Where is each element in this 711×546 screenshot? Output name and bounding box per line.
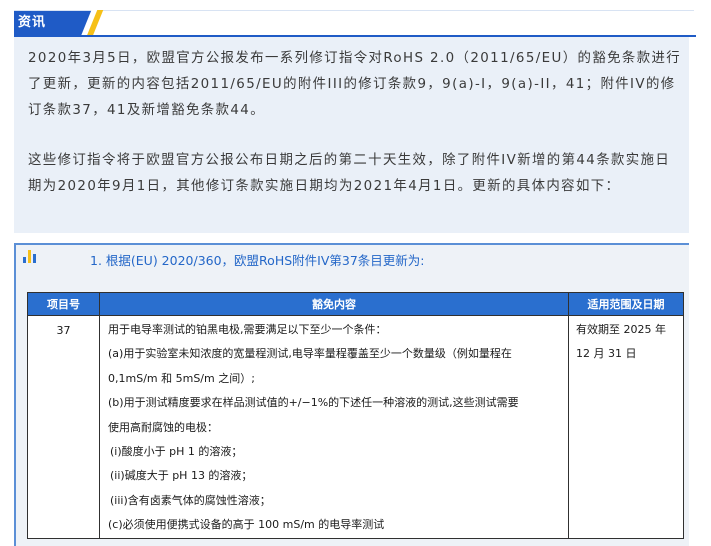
header-scope-date: 适用范围及日期 (568, 292, 684, 316)
exemption-line: (a)用于实验室未知浓度的宽量程测试,电导率量程覆盖至少一个数量级（例如量程在 (108, 347, 512, 361)
date-line: 12 月 31 日 (576, 347, 637, 361)
exemption-table: 项目号 豁免内容 适用范围及日期 37 用于电导率测试的铂黑电极,需要满足以下至… (27, 292, 684, 539)
exemption-line: (i)酸度小于 pH 1 的溶液； (110, 445, 243, 459)
exemption-line: 用于电导率测试的铂黑电极,需要满足以下至少一个条件： (108, 323, 387, 336)
info-panel: 2020年3月5日，欧盟官方公报发布一系列修订指令对RoHS 2.0（2011/… (14, 37, 689, 233)
info-paragraph-2: 这些修订指令将于欧盟官方公报公布日期之后的第二十天生效，除了附件IV新增的第44… (28, 153, 671, 194)
exemption-line: (c)必须使用便携式设备的高于 100 mS/m 的电导率测试 (108, 518, 385, 532)
header-exemption: 豁免内容 (99, 292, 569, 316)
date-line: 有效期至 2025 年 (576, 323, 666, 336)
exemption-line: (iii)含有卤素气体的腐蚀性溶液； (110, 493, 271, 507)
table-row: 37 用于电导率测试的铂黑电极,需要满足以下至少一个条件： (a)用于实验室未知… (27, 315, 684, 539)
exemption-line: 0,1mS/m 和 5mS/m 之间）; (108, 371, 255, 385)
exemption-line: (ii)碱度大于 pH 13 的溶液； (110, 469, 253, 483)
cell-item-no: 37 (27, 315, 100, 539)
exemption-line: 使用高耐腐蚀的电极： (108, 420, 218, 434)
law-title: 1. 根据(EU) 2020/360，欧盟RoHS附件IV第37条目更新为: (90, 253, 425, 268)
bar-chart-icon (23, 250, 36, 263)
top-divider (14, 10, 694, 11)
table-header-row: 项目号 豁免内容 适用范围及日期 (27, 292, 684, 316)
section-tag-label: 资讯 (18, 15, 47, 30)
header-item-no: 项目号 (27, 292, 100, 316)
info-paragraph-1: 2020年3月5日，欧盟官方公报发布一系列修订指令对RoHS 2.0（2011/… (28, 51, 682, 118)
cell-exemption: 用于电导率测试的铂黑电极,需要满足以下至少一个条件： (a)用于实验室未知浓度的… (99, 315, 569, 539)
cell-scope-date: 有效期至 2025 年 12 月 31 日 (568, 315, 684, 539)
exemption-line: (b)用于测试精度要求在样品测试值的+/−1%的下述任一种溶液的测试,这些测试需… (108, 396, 519, 410)
law-card-top-border (14, 243, 689, 245)
law-card-left-border (14, 243, 16, 546)
